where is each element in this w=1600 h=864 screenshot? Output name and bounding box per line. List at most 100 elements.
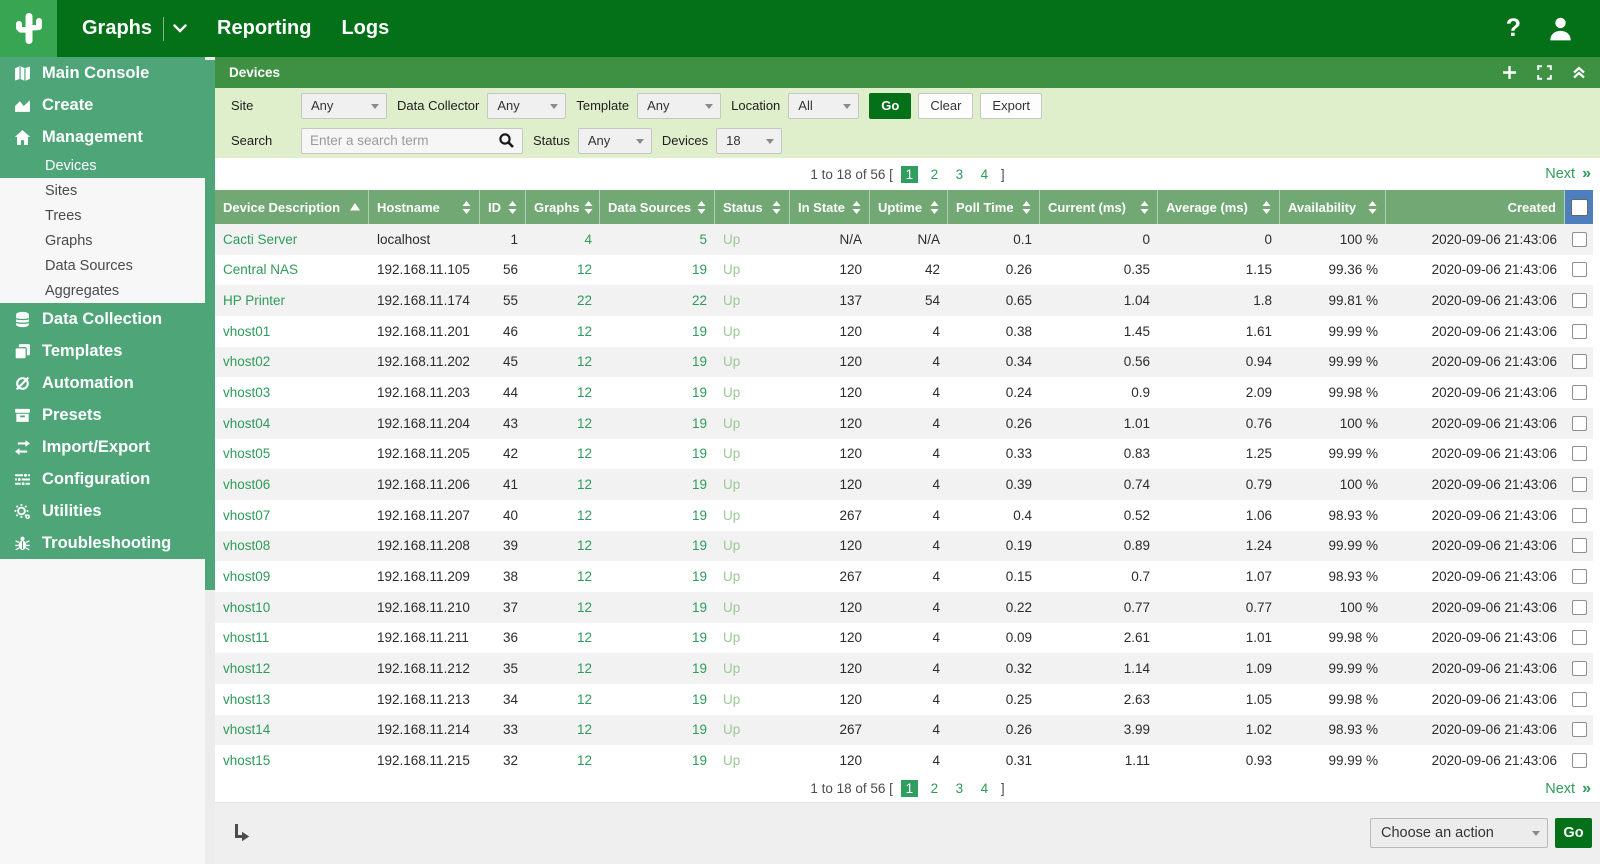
template-select[interactable]: Any — [637, 93, 721, 119]
cell-graphs[interactable]: 22 — [526, 293, 600, 308]
row-checkbox[interactable] — [1572, 354, 1587, 369]
sidebar-item-management[interactable]: Management — [0, 121, 205, 153]
sidebar-item-troubleshooting[interactable]: Troubleshooting — [0, 527, 205, 559]
cell-graphs[interactable]: 12 — [526, 508, 600, 523]
sidebar-item-graphs[interactable]: Graphs — [0, 228, 205, 253]
row-checkbox[interactable] — [1572, 722, 1587, 737]
column-header-average-ms[interactable]: Average (ms) — [1158, 190, 1280, 224]
sidebar-item-sites[interactable]: Sites — [0, 178, 205, 203]
sidebar-item-presets[interactable]: Presets — [0, 399, 205, 431]
user-icon[interactable] — [1547, 15, 1574, 42]
search-icon[interactable] — [498, 132, 515, 149]
sidebar-item-create[interactable]: Create — [0, 89, 205, 121]
cell-description[interactable]: vhost04 — [215, 416, 369, 431]
sidebar-item-data-collection[interactable]: Data Collection — [0, 303, 205, 335]
cell-data-sources[interactable]: 19 — [600, 446, 715, 461]
column-header-id[interactable]: ID — [480, 190, 526, 224]
cell-description[interactable]: vhost15 — [215, 753, 369, 768]
scrollbar-thumb[interactable] — [205, 60, 215, 590]
cell-data-sources[interactable]: 19 — [600, 262, 715, 277]
row-checkbox[interactable] — [1572, 416, 1587, 431]
devices-per-page-select[interactable]: 18 — [716, 128, 782, 154]
cell-data-sources[interactable]: 19 — [600, 722, 715, 737]
page-link-4[interactable]: 4 — [976, 780, 993, 797]
status-select[interactable]: Any — [578, 128, 652, 154]
cell-data-sources[interactable]: 19 — [600, 477, 715, 492]
cell-data-sources[interactable]: 5 — [600, 232, 715, 247]
cell-data-sources[interactable]: 19 — [600, 385, 715, 400]
cell-data-sources[interactable]: 19 — [600, 569, 715, 584]
sidebar-item-data-sources[interactable]: Data Sources — [0, 253, 205, 278]
clear-button[interactable]: Clear — [918, 93, 973, 119]
cell-graphs[interactable]: 12 — [526, 569, 600, 584]
chevron-down-icon[interactable] — [173, 24, 187, 33]
cell-graphs[interactable]: 12 — [526, 262, 600, 277]
data-collector-select[interactable]: Any — [487, 93, 566, 119]
cell-graphs[interactable]: 12 — [526, 354, 600, 369]
row-checkbox[interactable] — [1572, 508, 1587, 523]
row-checkbox[interactable] — [1572, 630, 1587, 645]
cell-description[interactable]: Central NAS — [215, 262, 369, 277]
cell-graphs[interactable]: 12 — [526, 661, 600, 676]
vertical-scrollbar[interactable] — [205, 57, 215, 864]
search-input[interactable] — [310, 133, 498, 148]
cell-data-sources[interactable]: 19 — [600, 692, 715, 707]
sidebar-item-templates[interactable]: Templates — [0, 335, 205, 367]
page-link-2[interactable]: 2 — [926, 780, 943, 797]
cell-graphs[interactable]: 12 — [526, 630, 600, 645]
select-all-checkbox[interactable] — [1571, 199, 1588, 216]
page-link-4[interactable]: 4 — [976, 166, 993, 183]
help-icon[interactable]: ? — [1506, 14, 1521, 43]
cell-description[interactable]: vhost01 — [215, 324, 369, 339]
row-checkbox[interactable] — [1572, 262, 1587, 277]
cell-data-sources[interactable]: 19 — [600, 508, 715, 523]
cell-description[interactable]: Cacti Server — [215, 232, 369, 247]
cell-graphs[interactable]: 12 — [526, 692, 600, 707]
column-header-availability[interactable]: Availability — [1280, 190, 1386, 224]
column-header-status[interactable]: Status — [715, 190, 790, 224]
cell-graphs[interactable]: 12 — [526, 753, 600, 768]
row-checkbox[interactable] — [1572, 293, 1587, 308]
column-header-data-sources[interactable]: Data Sources — [600, 190, 715, 224]
page-link-2[interactable]: 2 — [926, 166, 943, 183]
cell-data-sources[interactable]: 19 — [600, 416, 715, 431]
cactus-logo[interactable] — [0, 0, 57, 57]
row-checkbox[interactable] — [1572, 753, 1587, 768]
cell-graphs[interactable]: 12 — [526, 600, 600, 615]
cell-data-sources[interactable]: 19 — [600, 630, 715, 645]
cell-data-sources[interactable]: 19 — [600, 661, 715, 676]
next-page-link[interactable]: Next » — [1545, 165, 1591, 183]
page-link-3[interactable]: 3 — [951, 166, 968, 183]
cell-description[interactable]: vhost05 — [215, 446, 369, 461]
cell-description[interactable]: vhost07 — [215, 508, 369, 523]
row-checkbox[interactable] — [1572, 538, 1587, 553]
cell-description[interactable]: vhost08 — [215, 538, 369, 553]
row-checkbox[interactable] — [1572, 569, 1587, 584]
action-go-button[interactable]: Go — [1555, 818, 1592, 848]
row-checkbox[interactable] — [1572, 477, 1587, 492]
tab-logs[interactable]: Logs — [326, 0, 404, 57]
cell-data-sources[interactable]: 19 — [600, 324, 715, 339]
next-page-link[interactable]: Next » — [1545, 780, 1591, 798]
cell-data-sources[interactable]: 19 — [600, 753, 715, 768]
row-checkbox[interactable] — [1572, 324, 1587, 339]
cell-data-sources[interactable]: 19 — [600, 538, 715, 553]
cell-description[interactable]: vhost03 — [215, 385, 369, 400]
column-header-poll-time[interactable]: Poll Time — [948, 190, 1040, 224]
cell-description[interactable]: vhost09 — [215, 569, 369, 584]
go-button[interactable]: Go — [869, 93, 911, 119]
sidebar-item-trees[interactable]: Trees — [0, 203, 205, 228]
location-select[interactable]: All — [788, 93, 859, 119]
column-header-current-ms[interactable]: Current (ms) — [1040, 190, 1158, 224]
page-link-1[interactable]: 1 — [901, 780, 918, 797]
add-device-icon[interactable] — [1502, 65, 1517, 80]
row-checkbox[interactable] — [1572, 385, 1587, 400]
cell-description[interactable]: vhost10 — [215, 600, 369, 615]
row-checkbox[interactable] — [1572, 600, 1587, 615]
cell-description[interactable]: HP Printer — [215, 293, 369, 308]
sidebar-item-import-export[interactable]: Import/Export — [0, 431, 205, 463]
column-header-in-state[interactable]: In State — [790, 190, 870, 224]
collapse-icon[interactable] — [1572, 66, 1586, 79]
sidebar-item-utilities[interactable]: Utilities — [0, 495, 205, 527]
cell-graphs[interactable]: 12 — [526, 446, 600, 461]
